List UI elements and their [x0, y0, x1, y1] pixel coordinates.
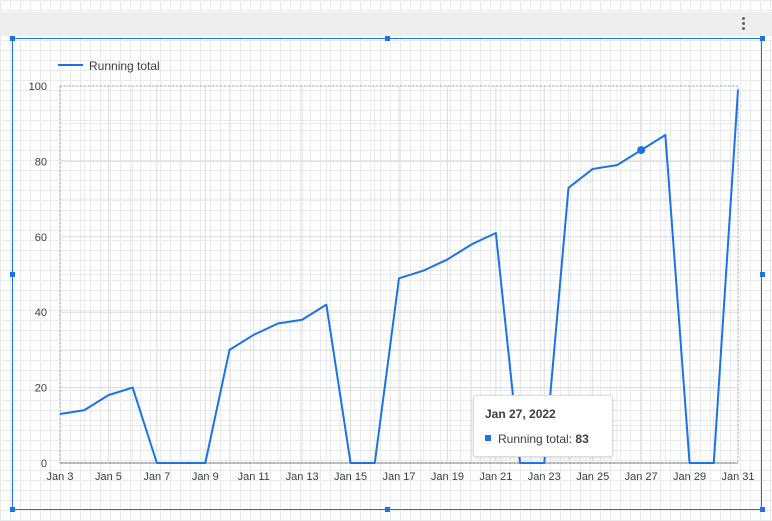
x-tick-label: Jan 25 — [576, 471, 609, 483]
x-tick-label: Jan 7 — [143, 471, 170, 483]
tooltip-series-swatch — [485, 435, 491, 441]
x-tick-label: Jan 15 — [334, 471, 367, 483]
x-tick-label: Jan 17 — [382, 471, 415, 483]
tooltip-row: Running total: 83 — [485, 432, 589, 446]
data-tooltip: Jan 27, 2022 Running total: 83 — [473, 395, 613, 457]
x-tick-label: Jan 31 — [721, 471, 754, 483]
y-tick-label: 0 — [41, 458, 47, 470]
x-tick-label: Jan 19 — [431, 471, 464, 483]
y-tick-label: 60 — [35, 232, 47, 244]
x-tick-label: Jan 13 — [286, 471, 319, 483]
x-tick-label: Jan 9 — [192, 471, 219, 483]
running-total-chart[interactable]: 0 20 40 60 80 100 Jan 3 Jan 5 Jan 7 Jan 9 Jan 11 Ja… — [0, 0, 772, 521]
y-tick-label: 80 — [35, 156, 47, 168]
y-tick-label: 20 — [35, 383, 47, 395]
x-tick-label: Jan 21 — [479, 471, 512, 483]
highlight-point — [637, 146, 646, 155]
x-tick-label: Jan 5 — [95, 471, 122, 483]
x-tick-label: Jan 23 — [528, 471, 561, 483]
x-tick-label: Jan 11 — [238, 471, 270, 483]
tooltip-series-label: Running total: — [498, 432, 573, 446]
y-tick-label: 100 — [29, 81, 47, 93]
legend-label: Running total — [89, 59, 160, 73]
tooltip-date: Jan 27, 2022 — [485, 407, 556, 421]
x-tick-label: Jan 27 — [625, 471, 658, 483]
y-tick-label: 40 — [35, 307, 47, 319]
tooltip-series-value: 83 — [575, 432, 589, 446]
x-tick-label: Jan 3 — [47, 471, 74, 483]
x-tick-label: Jan 29 — [673, 471, 706, 483]
